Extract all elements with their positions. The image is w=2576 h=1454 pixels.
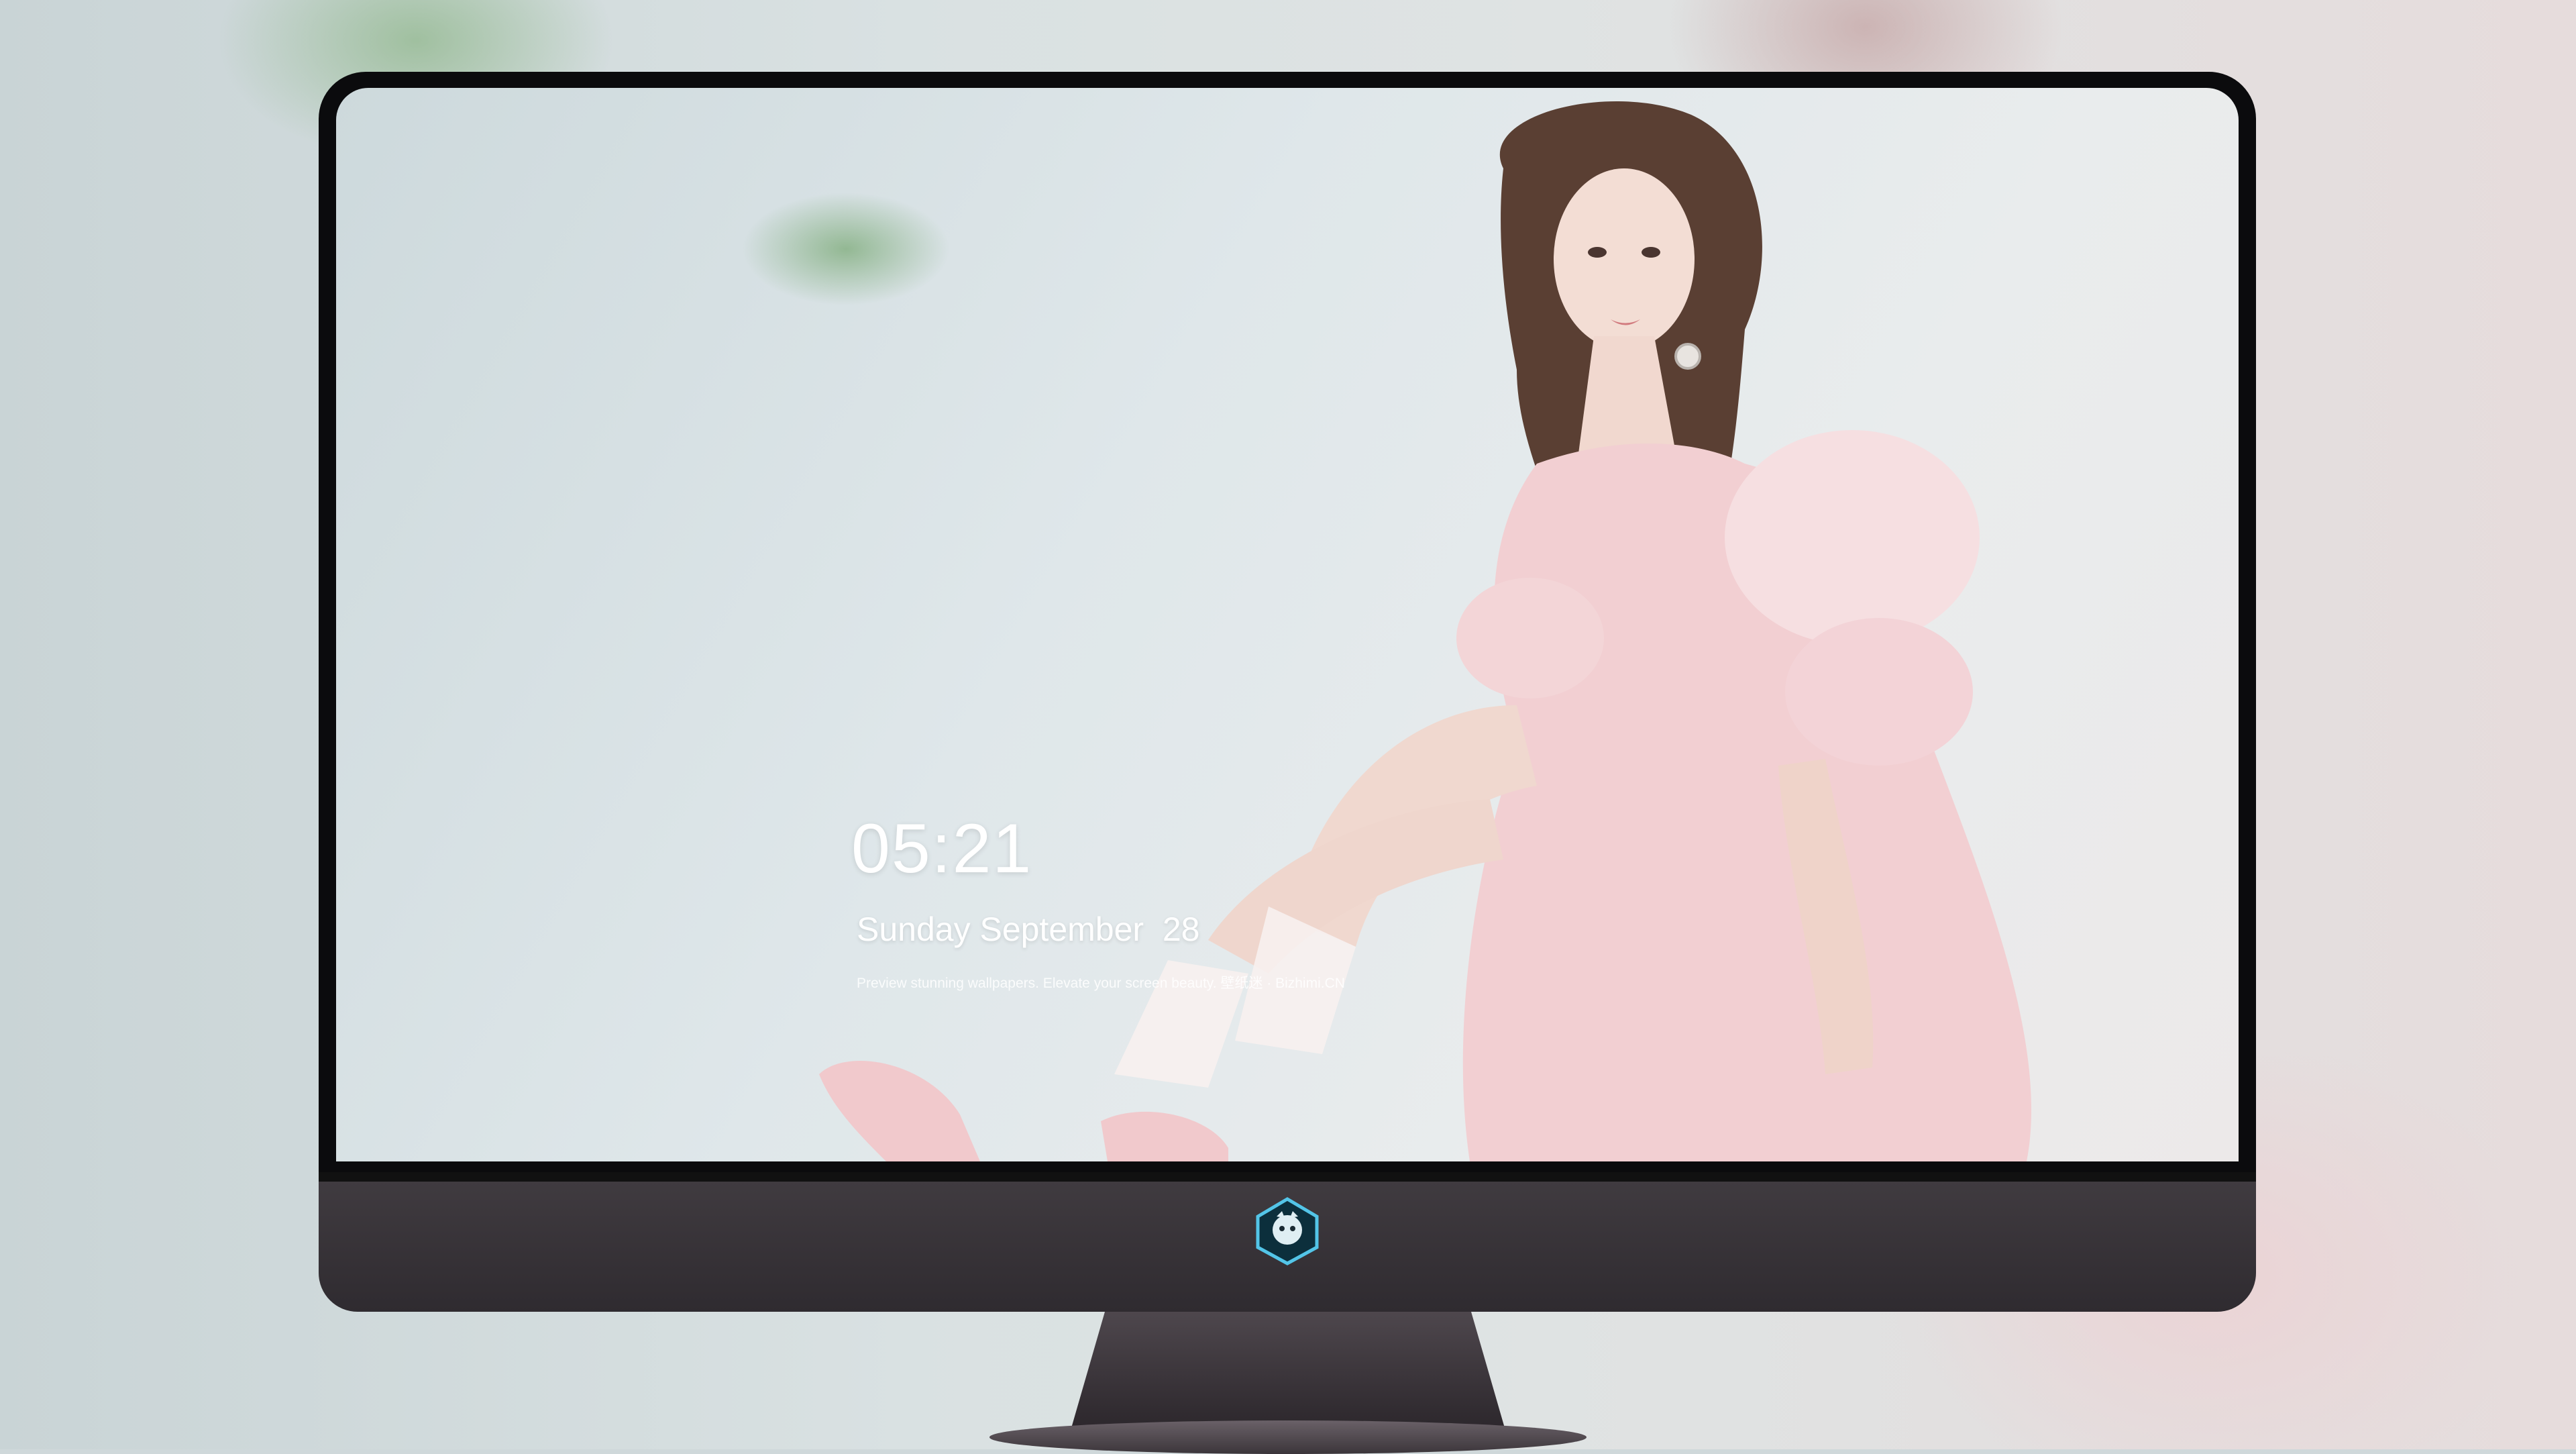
brand-logo-icon — [1252, 1196, 1322, 1266]
chin-divider — [319, 1172, 2256, 1182]
lock-clock-time: 05:21 — [851, 810, 1033, 888]
lock-tagline: Preview stunning wallpapers. Elevate you… — [857, 976, 1345, 991]
monitor-bezel: 05:21 Sunday September 28 Preview stunni… — [319, 72, 2256, 1172]
monitor: 05:21 Sunday September 28 Preview stunni… — [319, 72, 2256, 1454]
monitor-stand-neck — [1070, 1312, 1506, 1433]
wallpaper-image — [819, 101, 2032, 1161]
desktop-screen: 05:21 Sunday September 28 Preview stunni… — [336, 88, 2239, 1161]
lock-clock-date: Sunday September 28 — [857, 911, 1200, 948]
